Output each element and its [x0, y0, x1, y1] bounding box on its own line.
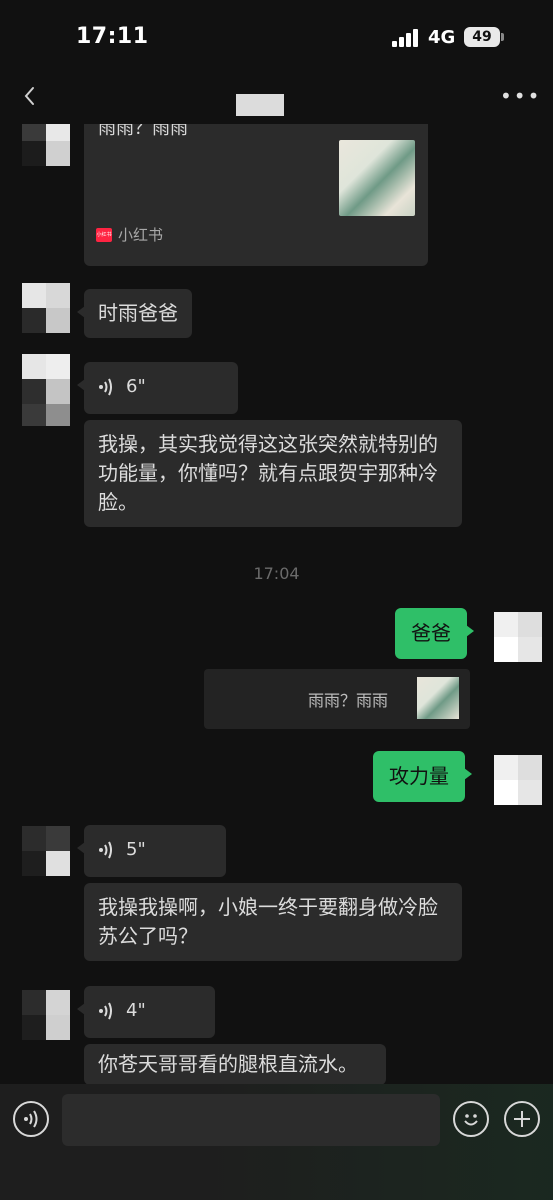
avatar[interactable] [22, 124, 70, 166]
chat-header: ••• [0, 76, 553, 124]
avatar-self[interactable] [494, 755, 542, 805]
message-bubble[interactable]: 时雨爸爸 [77, 289, 192, 338]
input-bar [0, 1084, 553, 1200]
voice-message[interactable]: 5" [77, 825, 226, 877]
plus-button[interactable] [504, 1101, 540, 1137]
battery-icon: 49 [464, 27, 500, 47]
message-text: 我操我操啊，小娘一终于要翻身做冷脸苏公了吗？ [98, 895, 438, 948]
card-title: 雨雨？雨雨 [98, 124, 188, 139]
shared-link-card[interactable]: 雨雨？雨雨 小红书 小红书 [84, 124, 428, 266]
plus-icon [514, 1111, 530, 1127]
voice-input-toggle[interactable] [13, 1101, 49, 1137]
xiaohongshu-logo-icon: 小红书 [96, 227, 112, 242]
message-bubble[interactable]: 你苍天哥哥看的腿根直流水。 [84, 1044, 386, 1084]
chat-title-redacted [236, 94, 284, 116]
quote-text: 雨雨？雨雨 [308, 691, 389, 710]
back-button[interactable] [14, 80, 44, 112]
message-bubble-outgoing[interactable]: 攻力量 [373, 751, 472, 802]
voice-duration: 6" [126, 376, 146, 397]
message-text: 时雨爸爸 [98, 301, 178, 325]
voice-duration: 4" [126, 1000, 146, 1021]
message-text: 我操，其实我觉得这这张突然就特别的功能量，你懂吗？就有点跟贺宇那种冷脸。 [98, 432, 438, 514]
status-time: 17:11 [76, 24, 149, 49]
message-bubble-outgoing[interactable]: 爸爸 [395, 608, 474, 659]
message-text: 你苍天哥哥看的腿根直流水。 [98, 1052, 358, 1076]
chevron-left-icon [24, 87, 34, 105]
card-source-label: 小红书 [118, 226, 164, 244]
avatar[interactable] [22, 354, 70, 426]
time-divider: 17:04 [253, 564, 300, 583]
voice-duration: 5" [126, 839, 146, 860]
message-list[interactable]: 雨雨？雨雨 小红书 小红书 时雨爸爸 6" 我操，其实我觉得这这张突然就特别的功… [0, 124, 553, 1084]
battery-tip [501, 33, 504, 41]
voice-wave-icon [99, 378, 112, 395]
avatar-self[interactable] [494, 612, 542, 662]
network-type: 4G [428, 27, 456, 48]
voice-message[interactable]: 4" [77, 986, 215, 1038]
message-input[interactable] [62, 1094, 440, 1146]
emoji-button[interactable] [453, 1101, 489, 1137]
voice-message[interactable]: 6" [77, 362, 238, 414]
quote-thumbnail [417, 677, 459, 719]
voice-wave-icon [99, 841, 112, 858]
card-thumbnail [339, 140, 415, 216]
avatar[interactable] [22, 826, 70, 876]
message-bubble[interactable]: 我操，其实我觉得这这张突然就特别的功能量，你懂吗？就有点跟贺宇那种冷脸。 [84, 420, 462, 527]
voice-icon [24, 1110, 38, 1128]
signal-icon [392, 29, 422, 47]
avatar[interactable] [22, 990, 70, 1040]
card-source: 小红书 小红书 [96, 224, 163, 245]
message-text: 攻力量 [389, 764, 449, 788]
message-bubble[interactable]: 我操我操啊，小娘一终于要翻身做冷脸苏公了吗？ [84, 883, 462, 961]
quoted-message[interactable]: 雨雨？雨雨 [204, 669, 470, 729]
emoji-icon [464, 1114, 478, 1126]
more-button[interactable]: ••• [500, 84, 539, 112]
avatar[interactable] [22, 283, 70, 333]
voice-wave-icon [99, 1002, 112, 1019]
message-text: 爸爸 [411, 621, 451, 645]
status-bar: 17:11 4G 49 [0, 0, 553, 76]
